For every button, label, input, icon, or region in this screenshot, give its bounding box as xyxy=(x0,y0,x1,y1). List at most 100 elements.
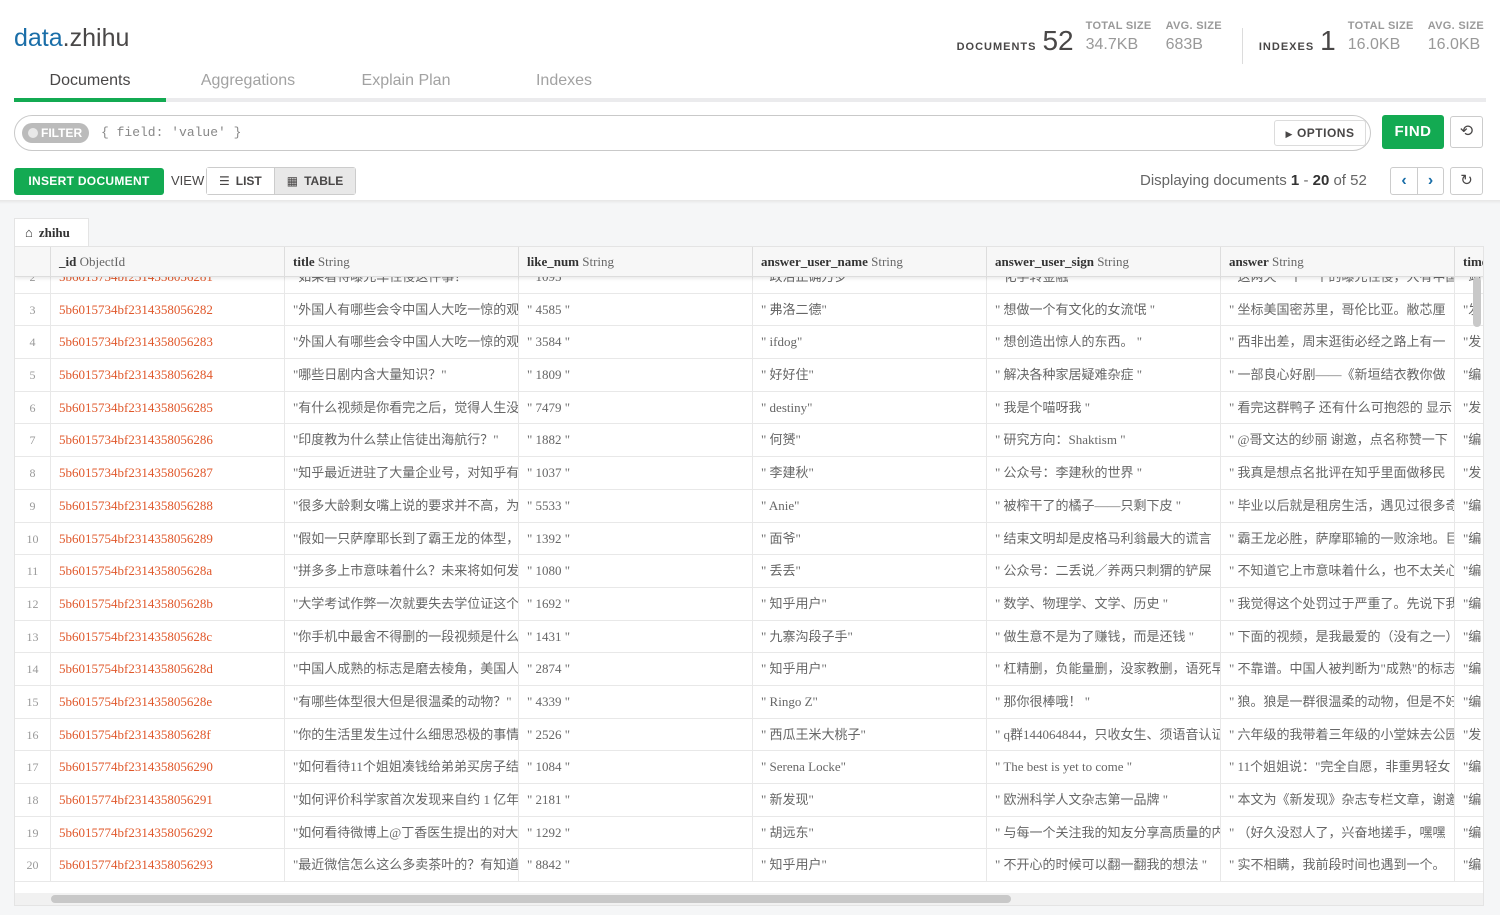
refresh-button[interactable]: ↻ xyxy=(1450,167,1483,195)
table-row[interactable]: 10 5b6015754bf2314358056289 "假如一只萨摩耶长到了霸王龙… xyxy=(15,522,1483,556)
column-header-answer[interactable]: answer String xyxy=(1221,247,1455,277)
next-page-icon[interactable]: › xyxy=(1417,168,1443,194)
cell-title[interactable]: "外国人有哪些会令中国人大吃一惊的观 xyxy=(285,293,519,326)
cell-time[interactable]: "编 xyxy=(1455,849,1483,881)
cell-like-num[interactable]: " 1809 " xyxy=(519,359,753,391)
table-row[interactable]: 9 5b6015734bf2314358056288 "很多大龄剩女嘴上说的要求并不… xyxy=(15,489,1483,523)
collection-breadcrumb-tab[interactable]: ⌂ zhihu xyxy=(14,218,89,246)
cell-id[interactable]: 5b6015734bf2314358056287 xyxy=(51,457,285,489)
cell-title[interactable]: "印度教为什么禁止信徒出海航行？" xyxy=(285,424,519,457)
cell-id[interactable]: 5b6015774bf2314358056290 xyxy=(51,751,285,783)
table-row[interactable]: 5 5b6015734bf2314358056284 "哪些日剧内含大量知识？" " … xyxy=(15,359,1483,392)
cell-answer[interactable]: " 六年级的我带着三年级的小堂妹去公园 xyxy=(1221,718,1455,751)
cell-answer-user-sign[interactable]: " 杠精删，负能量删，没家教删，语死早 xyxy=(987,653,1221,685)
cell-answer-user-sign[interactable]: " 被榨干了的橘子——只剩下皮 " xyxy=(987,489,1221,522)
cell-answer-user-sign[interactable]: " 公众号：二丢说／养两只刺猬的铲屎 xyxy=(987,555,1221,587)
cell-answer-user-name[interactable]: " destiny" xyxy=(753,391,987,424)
cell-title[interactable]: "很多大龄剩女嘴上说的要求并不高，为 xyxy=(285,489,519,522)
table-row[interactable]: 19 5b6015774bf2314358056292 "如何看待微博上@丁香医生提… xyxy=(15,816,1483,850)
cell-answer-user-name[interactable]: " Anie" xyxy=(753,489,987,522)
cell-title[interactable]: "如何看待微博上@丁香医生提出的对大 xyxy=(285,816,519,849)
column-header-like-num[interactable]: like_num String xyxy=(519,247,753,277)
cell-answer-user-sign[interactable]: " 那你很棒哦！ " xyxy=(987,685,1221,718)
cell-like-num[interactable]: " 3584 " xyxy=(519,326,753,359)
cell-time[interactable]: "发 xyxy=(1455,326,1483,358)
query-bar[interactable]: FILTER { field: 'value' } ▶ OPTIONS xyxy=(14,115,1371,151)
cell-like-num[interactable]: " 5533 " xyxy=(519,489,753,522)
cell-answer-user-name[interactable]: " ifdog" xyxy=(753,326,987,359)
table-row[interactable]: 17 5b6015774bf2314358056290 "如何看待11个姐姐凑钱给弟… xyxy=(15,751,1483,784)
cell-answer-user-sign[interactable]: " 欧洲科学人文杂志第一品牌 " xyxy=(987,784,1221,816)
table-row[interactable]: 4 5b6015734bf2314358056283 "外国人有哪些会令中国人大吃一… xyxy=(15,326,1483,360)
cell-answer[interactable]: " @哥文达的纱丽 谢邀，点名称赞一下 xyxy=(1221,424,1455,457)
cell-time[interactable]: "编 xyxy=(1455,686,1483,718)
cell-answer-user-sign[interactable]: " 公众号：李建秋的世界 " xyxy=(987,457,1221,489)
cell-answer-user-name[interactable]: " 面爷" xyxy=(753,522,987,555)
cell-title[interactable]: "如何看待11个姐姐凑钱给弟弟买房子结 xyxy=(285,751,519,783)
cell-like-num[interactable]: " 2526 " xyxy=(519,718,753,751)
cell-title[interactable]: "哪些日剧内含大量知识？" xyxy=(285,359,519,391)
tab-explain-plan[interactable]: Explain Plan xyxy=(344,68,468,102)
cell-answer-user-sign[interactable]: " 数学、物理学、文学、历史 " xyxy=(987,587,1221,620)
cell-like-num[interactable]: " 1392 " xyxy=(519,522,753,555)
cell-answer-user-name[interactable]: " 知乎用户" xyxy=(753,849,987,882)
cell-id[interactable]: 5b6015734bf2314358056285 xyxy=(51,391,285,424)
cell-answer[interactable]: " 看完这群鸭子 还有什么可抱怨的 显示 xyxy=(1221,391,1455,424)
cell-id[interactable]: 5b6015754bf231435805628d xyxy=(51,653,285,685)
cell-answer[interactable]: " 一部良心好剧——《新垣结衣教你做 xyxy=(1221,359,1455,391)
cell-answer-user-sign[interactable]: " 不开心的时候可以翻一翻我的想法 " xyxy=(987,849,1221,882)
cell-like-num[interactable]: " 7479 " xyxy=(519,391,753,424)
cell-time[interactable]: "编 xyxy=(1455,490,1483,522)
column-header-id[interactable]: _id ObjectId xyxy=(51,247,285,277)
cell-answer-user-sign[interactable]: " 做生意不是为了赚钱，而是还钱 " xyxy=(987,620,1221,653)
cell-like-num[interactable]: " 4585 " xyxy=(519,293,753,326)
cell-answer-user-name[interactable]: " 知乎用户" xyxy=(753,653,987,685)
table-row[interactable]: 13 5b6015754bf231435805628c "你手机中最舍不得删的一段视… xyxy=(15,620,1483,654)
cell-answer[interactable]: " 本文为《新发现》杂志专栏文章，谢邀 xyxy=(1221,784,1455,816)
cell-answer-user-sign[interactable]: " The best is yet to come " xyxy=(987,751,1221,783)
cell-like-num[interactable]: " 2181 " xyxy=(519,784,753,816)
table-row[interactable]: 15 5b6015754bf231435805628e "有哪些体型很大但是很温柔的… xyxy=(15,685,1483,719)
cell-title[interactable]: "大学考试作弊一次就要失去学位证这个 xyxy=(285,587,519,620)
cell-like-num[interactable]: " 1037 " xyxy=(519,457,753,489)
cell-like-num[interactable]: " 4339 " xyxy=(519,685,753,718)
cell-title[interactable]: "如何评价科学家首次发现来自约 1 亿年 xyxy=(285,784,519,816)
cell-answer-user-sign[interactable]: " 想做一个有文化的女流氓 " xyxy=(987,293,1221,326)
cell-answer[interactable]: " 毕业以后就是租房生活，遇见过很多奇 xyxy=(1221,489,1455,522)
table-row[interactable]: 11 5b6015754bf231435805628a "拼多多上市意味着什么？未来… xyxy=(15,555,1483,588)
cell-time[interactable]: "编 xyxy=(1455,784,1483,816)
cell-title[interactable]: "知乎最近进驻了大量企业号，对知乎有 xyxy=(285,457,519,489)
table-row[interactable]: 18 5b6015774bf2314358056291 "如何评价科学家首次发现来自… xyxy=(15,784,1483,817)
cell-time[interactable]: "发 xyxy=(1455,392,1483,424)
cell-id[interactable]: 5b6015734bf2314358056284 xyxy=(51,359,285,391)
table-row[interactable]: 8 5b6015734bf2314358056287 "知乎最近进驻了大量企业号，对… xyxy=(15,457,1483,490)
cell-answer-user-name[interactable]: " 知乎用户" xyxy=(753,587,987,620)
cell-time[interactable]: "发 xyxy=(1455,457,1483,489)
cell-like-num[interactable]: " 1084 " xyxy=(519,751,753,783)
cell-answer-user-sign[interactable]: " 结束文明却是皮格马利翁最大的谎言 xyxy=(987,522,1221,555)
insert-document-button[interactable]: INSERT DOCUMENT xyxy=(14,168,164,195)
cell-answer-user-name[interactable]: " 弗洛二德" xyxy=(753,293,987,326)
cell-like-num[interactable]: " 2874 " xyxy=(519,653,753,685)
cell-title[interactable]: "你的生活里发生过什么细思恐极的事情 xyxy=(285,718,519,751)
cell-time[interactable]: "编 xyxy=(1455,359,1483,391)
cell-time[interactable]: "编 xyxy=(1455,523,1483,555)
cell-title[interactable]: "你手机中最舍不得删的一段视频是什么 xyxy=(285,620,519,653)
cell-answer-user-name[interactable]: " 何赟" xyxy=(753,424,987,457)
tab-aggregations[interactable]: Aggregations xyxy=(180,68,316,102)
cell-like-num[interactable]: " 1080 " xyxy=(519,555,753,587)
cell-id[interactable]: 5b6015754bf231435805628c xyxy=(51,620,285,653)
cell-answer-user-name[interactable]: " Ringo Z" xyxy=(753,685,987,718)
cell-answer-user-name[interactable]: " 九寨沟段子手" xyxy=(753,620,987,653)
cell-answer[interactable]: " 我觉得这个处罚过于严重了。先说下我 xyxy=(1221,587,1455,620)
list-view-button[interactable]: ☰ LIST xyxy=(207,168,274,194)
cell-like-num[interactable]: " 1882 " xyxy=(519,424,753,457)
cell-id[interactable]: 5b6015754bf2314358056289 xyxy=(51,522,285,555)
cell-time[interactable]: "编 xyxy=(1455,621,1483,653)
cell-answer-user-name[interactable]: " 新发现" xyxy=(753,784,987,816)
cell-answer[interactable]: " 下面的视频，是我最爱的（没有之一） xyxy=(1221,620,1455,653)
table-row[interactable]: 3 5b6015734bf2314358056282 "外国人有哪些会令中国人大吃一… xyxy=(15,293,1483,327)
cell-id[interactable]: 5b6015754bf231435805628e xyxy=(51,685,285,718)
filter-input[interactable]: { field: 'value' } xyxy=(101,125,241,140)
cell-answer[interactable]: " 霸王龙必胜，萨摩耶输的一败涂地。巨 xyxy=(1221,522,1455,555)
